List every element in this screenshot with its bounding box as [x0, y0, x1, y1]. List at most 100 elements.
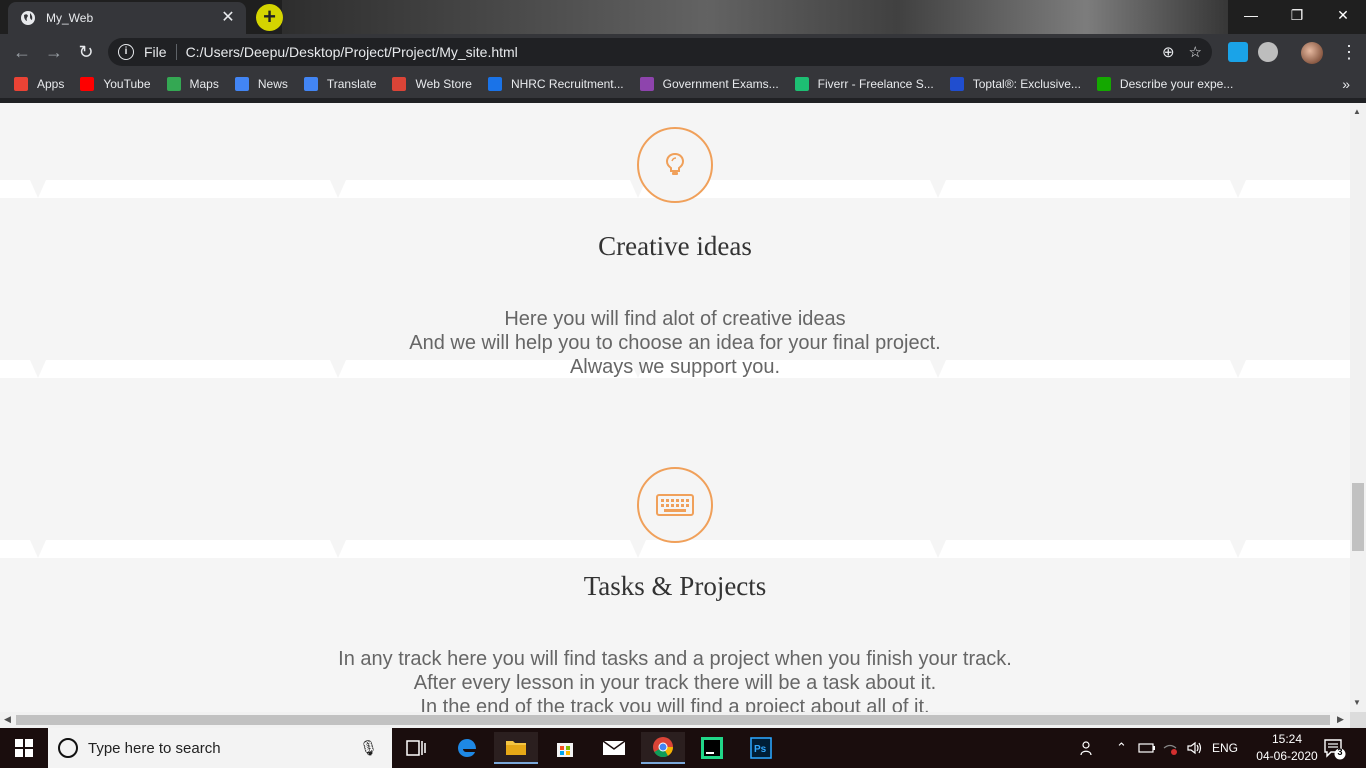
- scroll-down-arrow-icon[interactable]: ▼: [1353, 698, 1361, 707]
- reload-icon[interactable]: ↻: [74, 40, 98, 64]
- news-icon: [234, 77, 249, 91]
- photoshop-icon[interactable]: Ps: [739, 732, 783, 764]
- bookmark-label: News: [257, 77, 288, 91]
- bookmarks-overflow-icon[interactable]: »: [1342, 76, 1350, 92]
- edge-icon[interactable]: [445, 732, 489, 764]
- keyboard-icon: [656, 494, 694, 516]
- notification-count: 3: [1337, 747, 1343, 757]
- pycharm-icon[interactable]: [690, 732, 734, 764]
- gov-exams-icon: [639, 77, 654, 91]
- clock-date: 04-06-2020: [1256, 749, 1318, 763]
- restore-button[interactable]: ❐: [1274, 0, 1320, 30]
- chrome-icon[interactable]: [641, 732, 685, 764]
- vertical-scroll-thumb[interactable]: [1352, 483, 1364, 551]
- show-hidden-icons-chevron-icon[interactable]: ⌃: [1116, 728, 1127, 768]
- toptal-icon: [949, 77, 964, 91]
- profile-avatar[interactable]: [1301, 42, 1323, 64]
- taskbar-search-box[interactable]: Type here to search 🎙: [48, 728, 392, 768]
- bookmark-label: Maps: [189, 77, 219, 91]
- feature-icon-circle: [637, 127, 713, 203]
- volume-icon[interactable]: [1186, 728, 1204, 768]
- web-store-icon: [392, 77, 407, 91]
- info-icon[interactable]: i: [118, 44, 134, 60]
- youtube-icon: [80, 77, 95, 91]
- tab-strip: My_Web ✕ + — ❐ ✕: [0, 0, 1366, 34]
- bookmark-item[interactable]: Fiverr - Freelance S...: [794, 77, 934, 91]
- nhrc-icon: [487, 77, 502, 91]
- bookmark-label: Web Store: [415, 77, 472, 91]
- zoom-icon[interactable]: ⊕: [1162, 43, 1175, 61]
- horizontal-scroll-thumb[interactable]: [16, 715, 1330, 725]
- file-explorer-icon[interactable]: [494, 732, 538, 764]
- bookmark-star-icon[interactable]: ☆: [1189, 43, 1202, 61]
- scrollbar-corner: [1350, 712, 1366, 728]
- description-line: And we will help you to choose an idea f…: [409, 332, 941, 354]
- extension-icon[interactable]: [1228, 42, 1248, 62]
- page-viewport: Creative ideas Here you will find alot o…: [0, 103, 1350, 712]
- bookmark-label: Describe your expe...: [1119, 77, 1234, 91]
- scroll-up-arrow-icon[interactable]: ▲: [1353, 107, 1361, 116]
- bookmark-label: YouTube: [103, 77, 151, 91]
- menu-kebab-icon[interactable]: ⋮: [1340, 42, 1358, 62]
- tab-strip-background: [282, 0, 1228, 34]
- minimize-button[interactable]: —: [1228, 0, 1274, 30]
- url-text[interactable]: C:/Users/Deepu/Desktop/Project/Project/M…: [186, 44, 1148, 60]
- bookmark-item[interactable]: NHRC Recruitment...: [487, 77, 624, 91]
- network-disconnected-icon[interactable]: [1162, 728, 1178, 768]
- separator: [175, 44, 177, 60]
- description-line: After every lesson in your track there w…: [413, 672, 937, 694]
- bookmark-label: Toptal®: Exclusive...: [972, 77, 1081, 91]
- extension-icon[interactable]: [1258, 42, 1278, 62]
- section-description: Here you will find alot of creative idea…: [0, 307, 1350, 379]
- action-center-icon[interactable]: 3: [1322, 736, 1346, 760]
- description-line: In any track here you will find tasks an…: [338, 648, 1012, 670]
- bookmark-item[interactable]: Describe your expe...: [1096, 77, 1234, 91]
- svg-text:Ps: Ps: [754, 744, 767, 755]
- bookmark-item[interactable]: Apps: [14, 77, 64, 91]
- vertical-scrollbar[interactable]: ▲ ▼: [1350, 103, 1366, 712]
- file-label: File: [144, 44, 167, 60]
- description-line: Here you will find alot of creative idea…: [504, 308, 846, 330]
- bookmark-item[interactable]: Maps: [166, 77, 219, 91]
- bookmark-item[interactable]: Translate: [303, 77, 377, 91]
- scroll-right-arrow-icon[interactable]: ▶: [1337, 714, 1344, 725]
- task-view-icon[interactable]: [394, 732, 438, 764]
- fiverr-icon: [794, 77, 809, 91]
- start-button[interactable]: [0, 728, 48, 768]
- forward-arrow-icon[interactable]: →: [42, 40, 66, 64]
- bookmark-item[interactable]: Web Store: [392, 77, 472, 91]
- bookmark-label: Fiverr - Freelance S...: [817, 77, 934, 91]
- language-indicator[interactable]: ENG: [1212, 728, 1238, 768]
- maps-icon: [166, 77, 181, 91]
- search-placeholder: Type here to search: [88, 739, 221, 757]
- clock-time: 15:24: [1271, 732, 1303, 746]
- address-bar[interactable]: i File C:/Users/Deepu/Desktop/Project/Pr…: [108, 38, 1212, 66]
- browser-tab[interactable]: My_Web ✕: [8, 2, 246, 34]
- bookmark-label: Government Exams...: [662, 77, 779, 91]
- scroll-left-arrow-icon[interactable]: ◀: [4, 714, 11, 725]
- section-title: Tasks & Projects: [583, 571, 767, 601]
- windows-taskbar: Type here to search 🎙 Ps ⌃ ENG 15:24 04-…: [0, 728, 1366, 768]
- bookmark-label: Apps: [37, 77, 65, 91]
- microphone-icon[interactable]: 🎙: [359, 739, 378, 757]
- tab-close-icon[interactable]: ✕: [220, 10, 236, 26]
- battery-icon[interactable]: [1138, 728, 1156, 768]
- cortana-icon: [58, 738, 78, 758]
- close-window-button[interactable]: ✕: [1320, 0, 1366, 30]
- back-arrow-icon[interactable]: ←: [10, 40, 34, 64]
- tab-title: My_Web: [46, 11, 94, 25]
- bookmark-item[interactable]: News: [234, 77, 288, 91]
- bookmark-item[interactable]: YouTube: [80, 77, 151, 91]
- store-icon[interactable]: [543, 732, 587, 764]
- bookmark-label: Translate: [326, 77, 377, 91]
- horizontal-scrollbar[interactable]: ◀ ▶: [0, 712, 1350, 728]
- people-icon[interactable]: [1080, 728, 1096, 768]
- bookmark-item[interactable]: Toptal®: Exclusive...: [949, 77, 1081, 91]
- system-clock[interactable]: 15:24 04-06-2020: [1256, 731, 1318, 765]
- upwork-icon: [1096, 77, 1111, 91]
- mail-icon[interactable]: [592, 732, 636, 764]
- new-tab-button[interactable]: +: [256, 4, 283, 31]
- translate-icon: [303, 77, 318, 91]
- bookmark-label: NHRC Recruitment...: [510, 77, 624, 91]
- bookmark-item[interactable]: Government Exams...: [639, 77, 779, 91]
